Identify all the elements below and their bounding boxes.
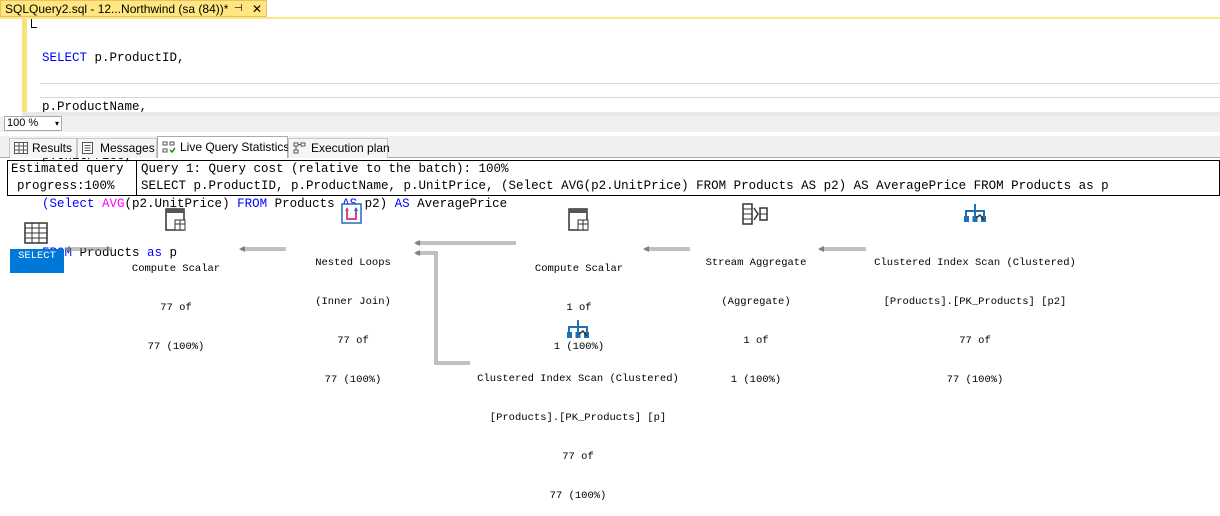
close-icon[interactable]: ✕	[252, 1, 262, 17]
node-title: Stream Aggregate	[705, 257, 807, 269]
compute-scalar-icon[interactable]	[567, 208, 591, 232]
node-progress: 77 (100%)	[147, 341, 205, 353]
plan-node-clustered-index-scan-p2[interactable]: Clustered Index Scan (Clustered) [Produc…	[866, 231, 1084, 400]
zoom-bar: 100 % ▾	[0, 116, 1220, 132]
code-line-1: SELECT p.ProductID,	[42, 50, 507, 66]
node-rows: 77 of	[160, 302, 192, 314]
select-node-label[interactable]: SELECT	[10, 249, 64, 273]
node-progress: 1 (100%)	[730, 374, 782, 386]
node-title: Compute Scalar	[131, 263, 221, 275]
plan-node-nested-loops[interactable]: Nested Loops (Inner Join) 77 of 77 (100%…	[305, 231, 401, 400]
outline-collapse-marker[interactable]	[31, 27, 37, 28]
tab-live-query-statistics[interactable]: Live Query Statistics	[157, 136, 290, 158]
plan-node-clustered-index-scan-p[interactable]: Clustered Index Scan (Clustered) [Produc…	[469, 347, 687, 516]
tab-execution-plan[interactable]: Execution plan	[288, 138, 390, 158]
execution-plan-icon	[293, 142, 306, 154]
node-rows: 77 of	[337, 335, 369, 347]
tab-live-stats-label: Live Query Statistics	[180, 140, 290, 154]
identifier: p.ProductID,	[87, 51, 185, 66]
node-subtitle: (Inner Join)	[315, 296, 391, 308]
query-info-header: Estimated query progress:100% Query 1: Q…	[7, 160, 1220, 196]
results-tab-strip: Results Messages Live Query Statistics E…	[0, 136, 1220, 158]
compute-scalar-icon[interactable]	[164, 208, 188, 232]
node-subtitle: (Aggregate)	[721, 296, 791, 308]
document-tab[interactable]: SQLQuery2.sql - 12...Northwind (sa (84))…	[0, 0, 267, 17]
grid-icon	[14, 142, 28, 154]
node-rows: 1 of	[743, 335, 769, 347]
node-title: Compute Scalar	[534, 263, 624, 275]
node-rows: 77 of	[959, 335, 991, 347]
sql-editor[interactable]: SELECT p.ProductID, p.ProductName, p.Uni…	[0, 19, 1220, 260]
clustered-index-scan-icon[interactable]	[565, 318, 591, 342]
progress-value: progress:100%	[17, 179, 115, 193]
node-title: Clustered Index Scan (Clustered)	[477, 373, 679, 385]
node-title: Nested Loops	[315, 257, 391, 269]
plan-node-stream-aggregate[interactable]: Stream Aggregate (Aggregate) 1 of 1 (100…	[698, 231, 814, 400]
messages-icon	[82, 142, 93, 154]
outline-guide	[31, 19, 32, 27]
tab-results[interactable]: Results	[9, 138, 77, 158]
progress-label: Estimated query	[11, 162, 124, 176]
node-progress: 77 (100%)	[324, 374, 382, 386]
select-icon[interactable]	[24, 222, 48, 244]
chevron-down-icon[interactable]: ▾	[55, 117, 59, 130]
node-progress: 77 (100%)	[946, 374, 1004, 386]
nested-loops-icon[interactable]	[340, 202, 364, 226]
keyword: SELECT	[42, 51, 88, 66]
node-rows: 77 of	[562, 451, 594, 463]
tab-messages-label: Messages	[100, 141, 155, 155]
tab-execution-plan-label: Execution plan	[311, 141, 390, 155]
node-title: Clustered Index Scan (Clustered)	[874, 257, 1076, 269]
pin-icon[interactable]: ⊣	[234, 1, 243, 17]
zoom-select[interactable]: 100 % ▾	[4, 116, 62, 131]
change-tracking-margin	[22, 19, 27, 116]
node-object: [Products].[PK_Products] [p2]	[883, 296, 1067, 308]
live-stats-icon	[162, 141, 176, 153]
node-rows: 1 of	[566, 302, 592, 314]
query-text: SELECT p.ProductID, p.ProductName, p.Uni…	[141, 179, 1109, 193]
stream-aggregate-icon[interactable]	[742, 202, 768, 226]
query-cost: Query 1: Query cost (relative to the bat…	[141, 162, 509, 176]
plan-node-compute-scalar-1[interactable]: Compute Scalar 77 of 77 (100%)	[128, 237, 224, 367]
progress-cell: Estimated query progress:100%	[8, 161, 137, 195]
node-progress: 77 (100%)	[549, 490, 607, 502]
tab-messages[interactable]: Messages	[77, 138, 157, 158]
clustered-index-scan-icon[interactable]	[962, 202, 988, 226]
document-tab-title: SQLQuery2.sql - 12...Northwind (sa (84))…	[5, 2, 229, 16]
tab-results-label: Results	[32, 141, 73, 155]
zoom-value: 100 %	[7, 117, 39, 129]
